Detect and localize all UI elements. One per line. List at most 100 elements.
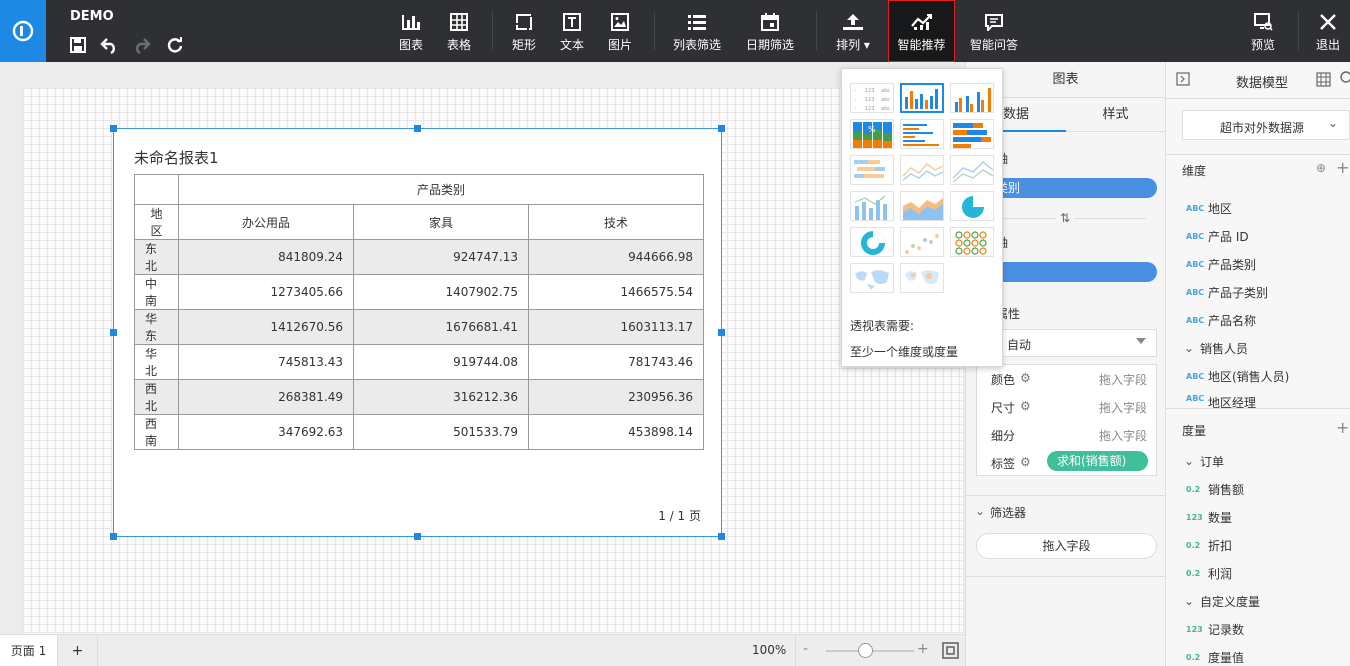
gear-icon[interactable]: ⚙ [1020,399,1031,413]
pie-chart-option[interactable] [950,191,994,221]
dimension-field[interactable]: ABC 产品 ID [1186,226,1249,246]
toolbar-date-filter-button[interactable]: 日期筛选 [743,0,797,62]
grouped-column-chart-option[interactable] [950,83,994,113]
scatter-chart-option[interactable] [900,227,944,257]
measure-field[interactable]: 0.2 折扣 [1186,535,1232,555]
add-dimension-icon[interactable]: + [1336,158,1349,177]
toolbar-rectangle-button[interactable]: 矩形 [509,0,539,62]
refresh-icon[interactable] [165,35,185,55]
redo-icon[interactable] [132,35,152,55]
measure-field[interactable]: 0.2 销售额 [1186,479,1244,499]
resize-handle[interactable] [414,125,421,132]
exit-button[interactable]: 退出 [1312,0,1344,62]
dimension-field[interactable]: ABC 地区经理 [1186,394,1256,408]
column-header[interactable]: 办公用品 [178,204,354,240]
bubble-map-option[interactable] [900,263,944,293]
preview-button[interactable]: 预览 [1247,0,1279,62]
toolbar-arrange-button[interactable]: 排列 ▾ [831,0,875,62]
page-tab[interactable]: 页面 1 [0,635,58,666]
save-icon[interactable] [68,35,88,55]
chevron-down-icon[interactable]: ⌄ [975,504,985,518]
resize-handle[interactable] [110,533,117,540]
bar-chart-option[interactable] [900,119,944,149]
toolbar-text-button[interactable]: 文本 [557,0,587,62]
combo-chart-option[interactable] [850,191,894,221]
resize-handle[interactable] [110,125,117,132]
dimension-field[interactable]: ABC 产品类别 [1186,254,1256,274]
size-drop-zone[interactable]: 拖入字段 [1099,399,1147,416]
toolbar-image-button[interactable]: 图片 [605,0,635,62]
column-chart-option[interactable] [900,83,944,113]
stacked-bar-chart-option[interactable] [950,119,994,149]
pivot-table-widget[interactable]: 未命名报表1 产品类别 地区 办公用品 家具 技术 东北 841809.24 924… [110,125,725,540]
dimension-folder[interactable]: ⌄ 销售人员 [1184,338,1248,358]
pivot-table-chart-option[interactable]: - 123 abc - 123 abc - 123 abc [850,83,894,113]
search-icon[interactable] [1338,71,1350,89]
add-page-button[interactable]: + [58,635,98,666]
gear-icon[interactable]: ⚙ [1020,455,1031,469]
toolbar-smart-recommend-button[interactable]: 智能推荐 [888,0,955,62]
toolbar-smart-qa-button[interactable]: 智能问答 [967,0,1021,62]
label-field-pill[interactable]: 求和(销售额) [1047,451,1148,471]
swap-axes-icon[interactable]: ⇅ [1056,211,1075,225]
toolbar-label: 日期筛选 [745,37,794,52]
area-line-chart-option[interactable] [950,155,994,185]
globe-icon[interactable]: ⊕ [1316,161,1326,175]
y-axis-field-pill[interactable]: 区 [976,262,1157,282]
toolbar-table-button[interactable]: 表格 [444,0,474,62]
undo-icon[interactable] [99,35,119,55]
field-name: 折扣 [1208,538,1233,553]
filter-drop-zone[interactable]: 拖入字段 [976,533,1157,559]
zoom-out-button[interactable]: - [803,641,808,657]
mark-type-select[interactable]: 自动 [976,329,1157,357]
percent-stacked-chart-option[interactable]: % [850,119,894,149]
folder-name: 订单 [1200,454,1225,469]
add-measure-icon[interactable]: + [1336,418,1349,437]
measure-field[interactable]: 0.2 利润 [1186,563,1232,583]
measure-field[interactable]: 123 记录数 [1186,619,1244,639]
tab-style[interactable]: 样式 [1066,98,1165,132]
dimension-field[interactable]: ABC 产品子类别 [1186,282,1268,302]
toolbar-chart-button[interactable]: 图表 [396,0,426,62]
color-drop-zone[interactable]: 拖入字段 [1099,371,1147,388]
fit-screen-icon[interactable] [942,642,959,662]
resize-handle[interactable] [414,533,421,540]
bubble-matrix-option[interactable] [950,227,994,257]
stacked-bar-percent-option[interactable] [850,155,894,185]
x-axis-field-pill[interactable]: 品类别 [976,178,1157,198]
datasource-select[interactable]: 超市对外数据源 ⌄ [1182,110,1350,140]
dimension-field[interactable]: ABC 地区(销售人员) [1186,366,1289,386]
donut-chart-option[interactable] [850,227,894,257]
column-header[interactable]: 家具 [353,204,529,240]
area-chart-option[interactable] [900,191,944,221]
resize-handle[interactable] [718,533,725,540]
toolbar-label: 智能问答 [969,37,1018,52]
gear-icon[interactable]: ⚙ [1020,371,1031,385]
resize-handle[interactable] [718,125,725,132]
dimension-field[interactable]: ABC 产品名称 [1186,310,1256,330]
dimension-field[interactable]: ABC 地区 [1186,198,1232,218]
map-chart-option[interactable] [850,263,894,293]
line-chart-option[interactable] [900,155,944,185]
report-title[interactable]: 未命名报表1 [134,147,219,168]
app-logo[interactable] [0,0,46,62]
arrange-label: 排列 [836,37,861,52]
value-cell: 501533.79 [353,414,529,450]
column-dimension-header[interactable]: 产品类别 [178,174,704,205]
custom-measure-folder[interactable]: ⌄ 自定义度量 [1184,591,1260,611]
table-view-icon[interactable] [1316,72,1331,90]
column-header[interactable]: 技术 [528,204,704,240]
measure-field[interactable]: 0.2 度量值 [1186,647,1244,666]
measure-folder[interactable]: ⌄ 订单 [1184,451,1224,471]
resize-handle[interactable] [718,329,725,336]
row-dimension-header[interactable]: 地区 [134,204,179,240]
resize-handle[interactable] [110,329,117,336]
measure-section-title: 度量 [1182,424,1207,438]
detail-drop-zone[interactable]: 拖入字段 [1099,427,1147,444]
collapse-panel-icon[interactable] [1176,72,1190,89]
toolbar-list-filter-button[interactable]: 列表筛选 [670,0,724,62]
zoom-slider-thumb[interactable] [858,643,873,658]
measure-field[interactable]: 123 数量 [1186,507,1232,527]
close-icon [1319,10,1337,34]
zoom-in-button[interactable]: + [917,641,929,657]
